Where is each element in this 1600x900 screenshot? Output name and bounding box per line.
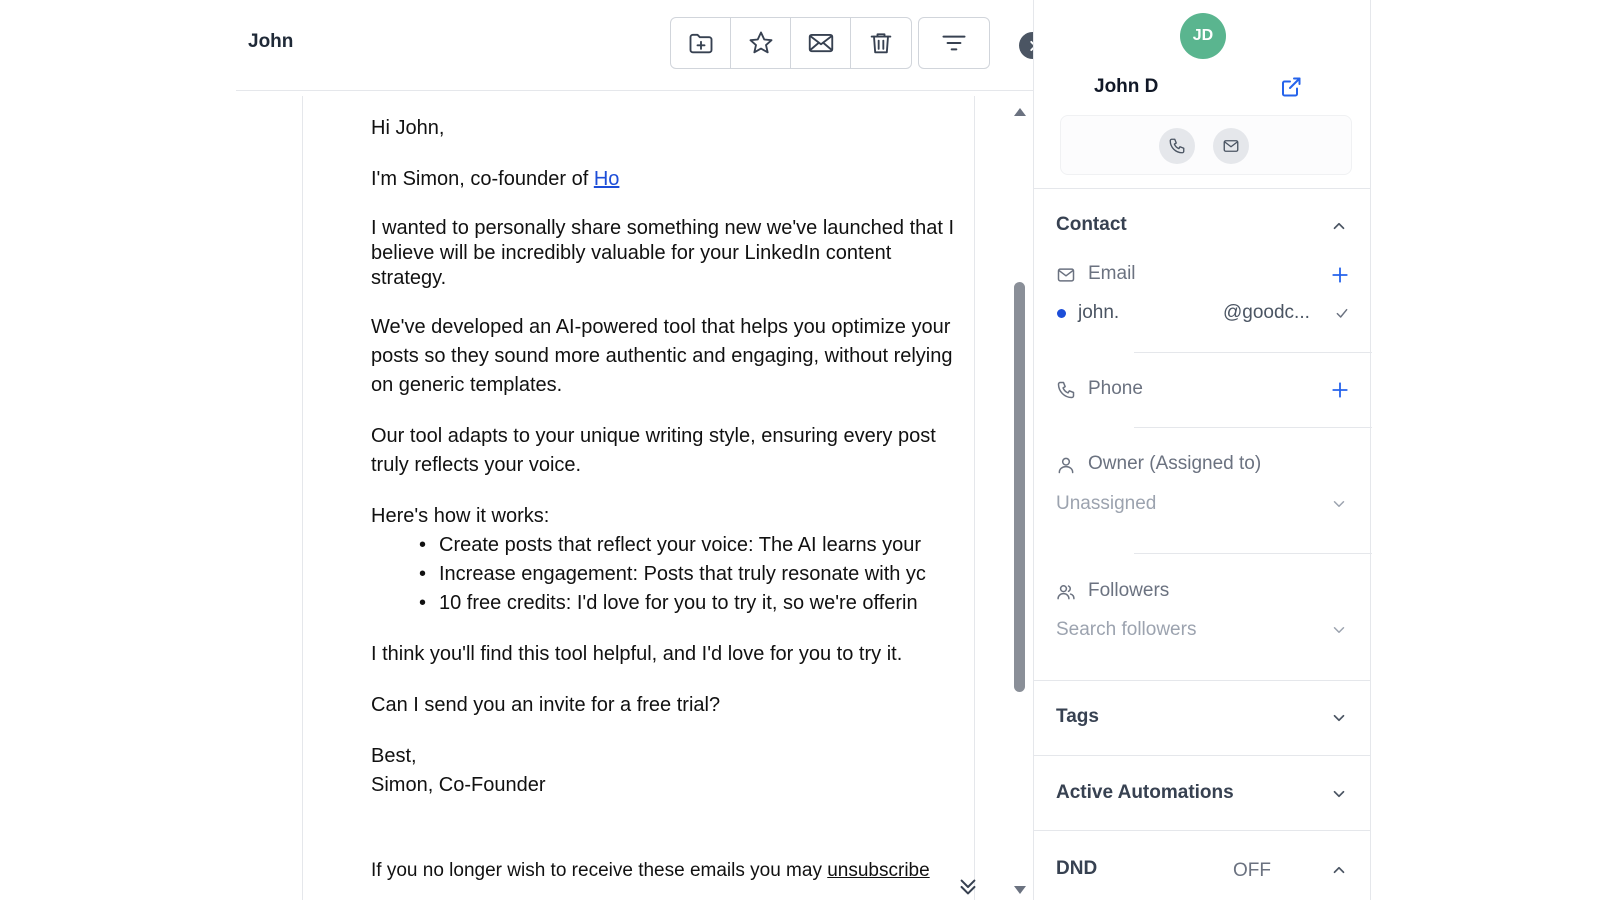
automations-section-title[interactable]: Active Automations xyxy=(1056,782,1234,804)
open-contact-button[interactable] xyxy=(1279,75,1303,99)
email-paragraph-1: I wanted to personally share something n… xyxy=(371,217,955,289)
chevron-up-icon[interactable] xyxy=(1330,861,1348,879)
phone-label: Phone xyxy=(1088,378,1143,399)
intro-text: I'm Simon, co-founder of xyxy=(371,168,594,190)
owner-select[interactable]: Unassigned xyxy=(1056,493,1156,515)
contact-section-title: Contact xyxy=(1056,214,1127,235)
user-icon xyxy=(1058,457,1074,474)
tags-section-title[interactable]: Tags xyxy=(1056,706,1099,728)
email-scrollbar[interactable] xyxy=(1010,100,1030,900)
divider xyxy=(1034,830,1370,831)
star-icon xyxy=(749,31,772,54)
email-body: Hi John, I'm Simon, co-founder of Ho I w… xyxy=(371,114,961,822)
divider xyxy=(1034,188,1370,189)
dnd-status: OFF xyxy=(1233,860,1271,881)
sender-name: John xyxy=(248,31,294,52)
avatar: JD xyxy=(1180,13,1226,59)
unsubscribe-line: If you no longer wish to receive these e… xyxy=(371,860,930,882)
delete-button[interactable] xyxy=(851,18,911,68)
star-button[interactable] xyxy=(731,18,791,68)
divider xyxy=(1034,755,1370,756)
phone-icon xyxy=(1057,381,1075,399)
email-greeting: Hi John, xyxy=(371,117,445,139)
scroll-down-arrow[interactable] xyxy=(1014,886,1026,894)
filter-button[interactable] xyxy=(918,17,990,69)
contact-panel: JD John D Contact Email john. @goodc... … xyxy=(1033,0,1372,900)
email-value[interactable]: john. xyxy=(1078,302,1119,324)
email-toolbar xyxy=(670,17,912,69)
email-domain[interactable]: @goodc... xyxy=(1223,302,1310,324)
contact-name: John D xyxy=(1094,76,1159,97)
quick-actions xyxy=(1060,115,1352,175)
unsubscribe-text: If you no longer wish to receive these e… xyxy=(371,860,828,881)
primary-email-dot xyxy=(1057,309,1066,318)
email-content-frame: Hi John, I'm Simon, co-founder of Ho I w… xyxy=(302,96,975,900)
owner-label: Owner (Assigned to) xyxy=(1088,453,1262,474)
divider xyxy=(1134,553,1372,554)
chevron-down-icon[interactable] xyxy=(1330,709,1348,727)
move-to-folder-button[interactable] xyxy=(671,18,731,68)
double-chevron-down-icon xyxy=(960,879,976,895)
scrollbar-thumb[interactable] xyxy=(1014,282,1025,692)
scroll-up-arrow[interactable] xyxy=(1014,108,1026,116)
chevron-down-icon[interactable] xyxy=(1330,785,1348,803)
unsubscribe-link[interactable]: unsubscribe xyxy=(827,860,929,881)
email-intro: I'm Simon, co-founder of Ho xyxy=(371,165,961,194)
folder-plus-icon xyxy=(689,33,712,54)
mail-icon xyxy=(1223,140,1239,152)
how-it-works-heading: Here's how it works: xyxy=(371,505,550,527)
feature-list: Create posts that reflect your voice: Th… xyxy=(419,531,961,618)
thread-header: John xyxy=(236,0,1036,91)
email-signoff: Best, xyxy=(371,745,417,767)
list-item: 10 free credits: I'd love for you to try… xyxy=(419,589,957,618)
users-icon xyxy=(1057,585,1075,600)
add-phone-icon[interactable] xyxy=(1331,381,1349,399)
email-button[interactable] xyxy=(1213,128,1249,164)
external-link-icon xyxy=(1282,77,1301,97)
chevron-up-icon[interactable] xyxy=(1330,217,1348,235)
trash-icon xyxy=(870,33,892,54)
email-paragraph-3: Our tool adapts to your unique writing s… xyxy=(371,425,936,476)
divider xyxy=(1034,680,1370,681)
check-icon[interactable] xyxy=(1334,305,1350,321)
company-link[interactable]: Ho xyxy=(594,168,620,190)
email-label: Email xyxy=(1088,263,1136,284)
followers-label: Followers xyxy=(1088,580,1170,601)
email-paragraph-5: Can I send you an invite for a free tria… xyxy=(371,694,721,716)
email-signature: Simon, Co-Founder xyxy=(371,774,546,796)
envelope-icon xyxy=(808,33,833,53)
add-email-icon[interactable] xyxy=(1331,266,1349,284)
email-paragraph-4: I think you'll find this tool helpful, a… xyxy=(371,643,903,665)
followers-search[interactable]: Search followers xyxy=(1056,619,1196,641)
list-item: Create posts that reflect your voice: Th… xyxy=(419,531,957,560)
expand-quoted-button[interactable] xyxy=(957,876,979,898)
mail-icon xyxy=(1057,268,1075,282)
email-paragraph-2: We've developed an AI-powered tool that … xyxy=(371,316,953,396)
call-button[interactable] xyxy=(1159,128,1195,164)
mark-unread-button[interactable] xyxy=(791,18,851,68)
list-item: Increase engagement: Posts that truly re… xyxy=(419,560,957,589)
phone-icon xyxy=(1169,138,1185,154)
filter-lines-icon xyxy=(942,35,966,51)
chevron-down-icon[interactable] xyxy=(1330,495,1348,513)
divider xyxy=(1134,352,1372,353)
chevron-down-icon[interactable] xyxy=(1330,621,1348,639)
divider xyxy=(1134,427,1372,428)
dnd-section-title[interactable]: DND xyxy=(1056,858,1097,880)
